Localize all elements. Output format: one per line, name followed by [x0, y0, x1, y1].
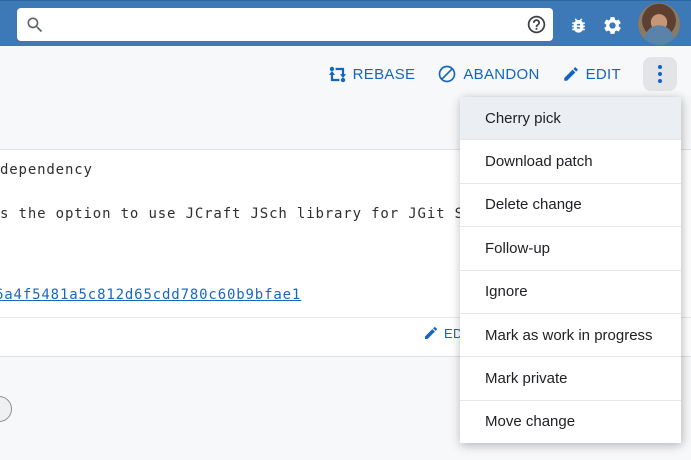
menu-item-download-patch[interactable]: Download patch — [460, 140, 681, 183]
reply-avatar-placeholder — [0, 396, 12, 422]
menu-item-cherry-pick[interactable]: Cherry pick — [460, 97, 681, 140]
commit-message-line-2: s the option to use JCraft JSch library … — [0, 206, 483, 222]
rebase-label: REBASE — [353, 66, 416, 83]
commit-sha-link[interactable]: 6a4f5481a5c812d65cdd780c60b9bfae1 — [0, 287, 301, 303]
pencil-icon — [562, 65, 580, 83]
block-icon — [437, 64, 457, 84]
commit-message-line-1: dependency — [0, 162, 93, 178]
menu-item-mark-as-work-in-progress[interactable]: Mark as work in progress — [460, 314, 681, 357]
settings-gear-icon[interactable] — [601, 14, 623, 36]
menu-item-delete-change[interactable]: Delete change — [460, 184, 681, 227]
rebase-button[interactable]: REBASE — [328, 65, 416, 84]
abandon-button[interactable]: ABANDON — [437, 64, 539, 84]
search-input[interactable] — [51, 8, 525, 41]
overflow-menu-button[interactable] — [643, 57, 677, 91]
help-icon[interactable] — [525, 14, 547, 36]
actions-toolbar: REBASE ABANDON EDIT — [328, 57, 677, 91]
edit-label: EDIT — [586, 66, 621, 83]
user-avatar[interactable] — [638, 3, 680, 45]
menu-item-ignore[interactable]: Ignore — [460, 271, 681, 314]
bug-report-icon[interactable] — [567, 14, 589, 36]
edit-button[interactable]: EDIT — [562, 65, 621, 83]
search-box[interactable] — [17, 8, 553, 41]
menu-item-follow-up[interactable]: Follow-up — [460, 227, 681, 270]
abandon-label: ABANDON — [463, 66, 539, 83]
rebase-icon — [328, 65, 347, 84]
search-icon — [25, 15, 45, 35]
gerrit-change-page: REBASE ABANDON EDIT dependency s the opt… — [0, 0, 691, 460]
menu-item-mark-private[interactable]: Mark private — [460, 357, 681, 400]
more-vert-icon — [658, 65, 662, 83]
app-header — [0, 0, 691, 46]
menu-item-move-change[interactable]: Move change — [460, 401, 681, 443]
pencil-icon — [423, 325, 439, 341]
overflow-dropdown-menu: Cherry pick Download patch Delete change… — [460, 97, 681, 443]
